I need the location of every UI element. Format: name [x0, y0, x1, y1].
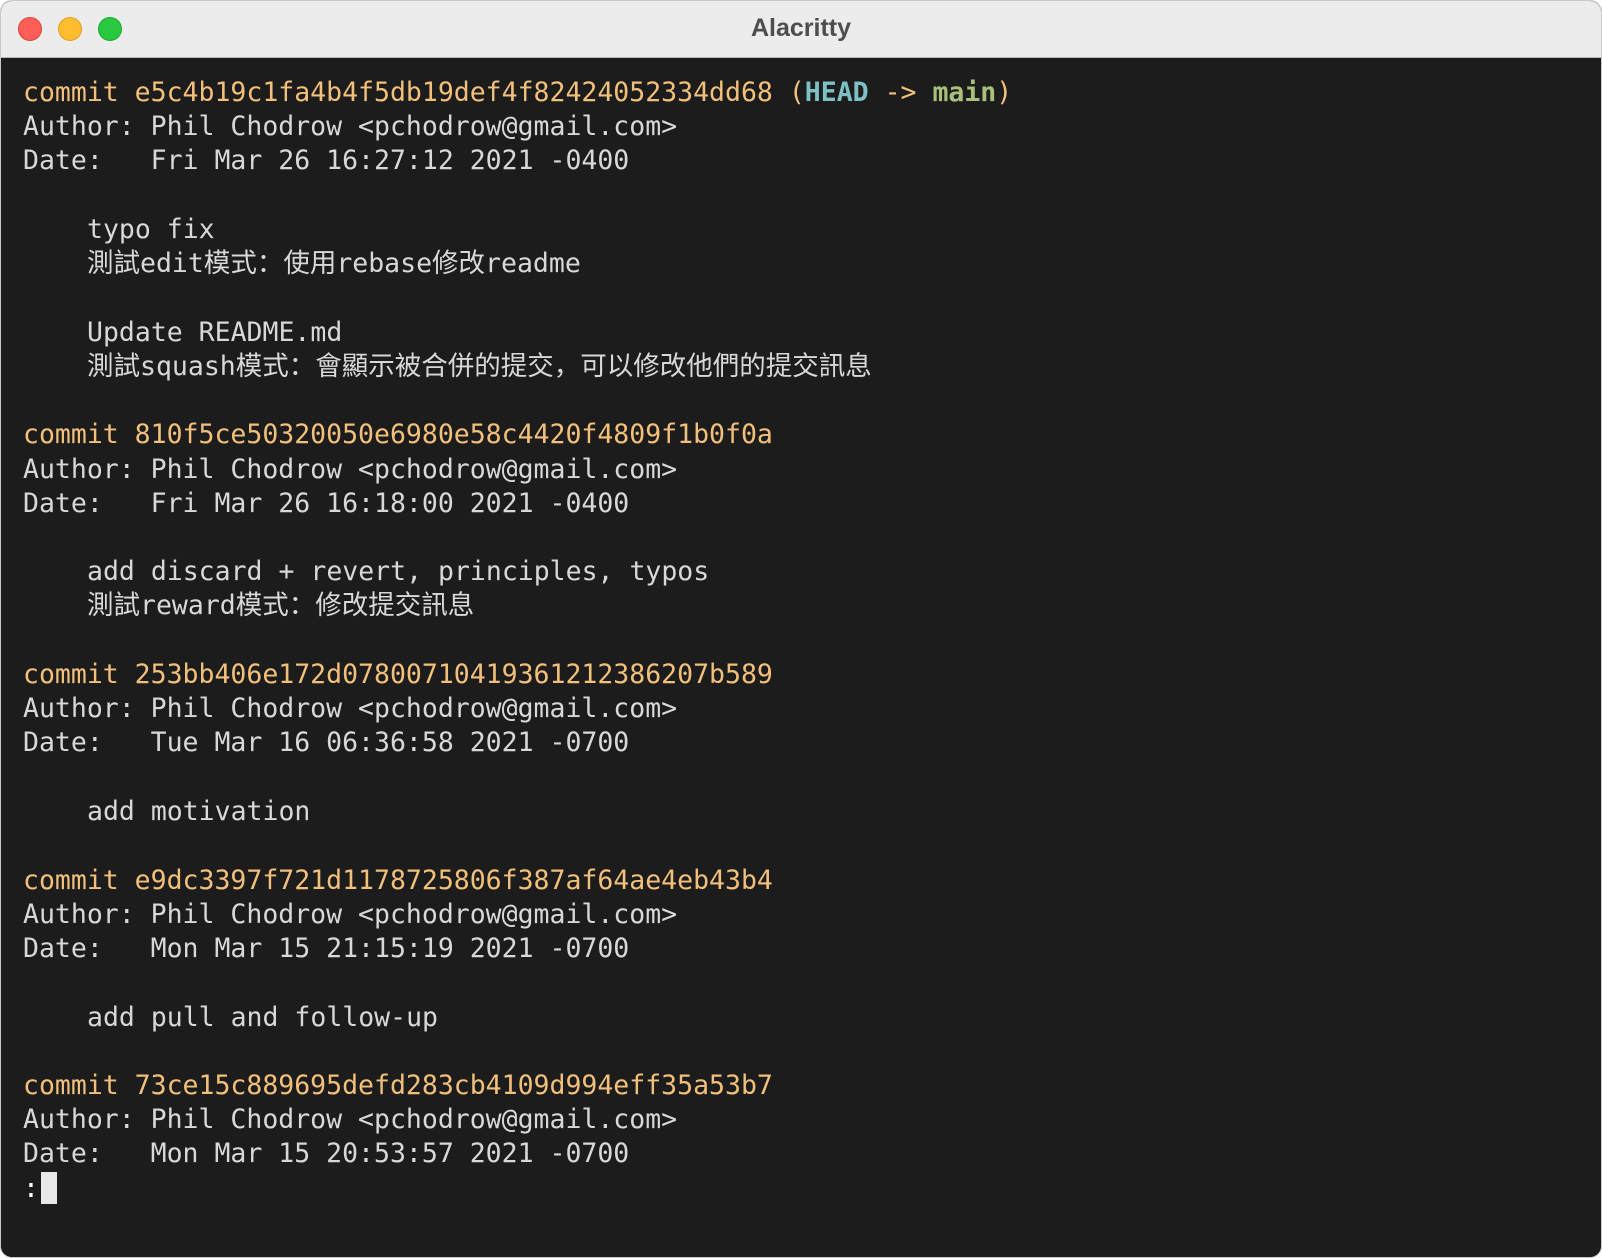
window-title: Alacritty	[750, 14, 852, 42]
commit-message-line: typo fix	[87, 214, 215, 245]
date-line: Date: Tue Mar 16 06:36:58 2021 -0700	[23, 727, 630, 758]
pager-prompt-char: :	[23, 1173, 39, 1204]
date-line: Date: Fri Mar 26 16:18:00 2021 -0400	[23, 488, 630, 519]
text-cursor	[40, 1172, 57, 1204]
commit-line: commit e9dc3397f721d1178725806f387af64ae…	[23, 865, 773, 896]
commit-line: commit 810f5ce50320050e6980e58c4420f4809…	[23, 419, 773, 450]
commit-message-line: 測試edit模式：使用rebase修改readme	[87, 248, 581, 279]
author-line: Author: Phil Chodrow <pchodrow@gmail.com…	[23, 111, 678, 142]
date-line: Date: Mon Mar 15 21:15:19 2021 -0700	[23, 933, 630, 964]
commit-line: commit e5c4b19c1fa4b4f5db19def4f82424052…	[23, 77, 1013, 108]
date-line: Date: Fri Mar 26 16:27:12 2021 -0400	[23, 145, 630, 176]
author-line: Author: Phil Chodrow <pchodrow@gmail.com…	[23, 693, 678, 724]
commit-line: commit 73ce15c889695defd283cb4109d994eff…	[23, 1070, 773, 1101]
author-line: Author: Phil Chodrow <pchodrow@gmail.com…	[23, 1104, 678, 1135]
head-label: HEAD	[804, 77, 869, 108]
commit-line: commit 253bb406e172d07800710419361212386…	[23, 659, 773, 690]
commit-message-line: 測試reward模式：修改提交訊息	[87, 590, 475, 621]
commit-hash: commit e5c4b19c1fa4b4f5db19def4f82424052…	[23, 77, 773, 108]
commit-message-line: 測試squash模式：會顯示被合併的提交，可以修改他們的提交訊息	[87, 351, 872, 382]
author-line: Author: Phil Chodrow <pchodrow@gmail.com…	[23, 899, 678, 930]
title-bar[interactable]: Alacritty	[1, 1, 1601, 58]
date-line: Date: Mon Mar 15 20:53:57 2021 -0700	[23, 1138, 630, 1169]
author-line: Author: Phil Chodrow <pchodrow@gmail.com…	[23, 454, 678, 485]
terminal-window: Alacritty commit e5c4b19c1fa4b4f5db19def…	[0, 0, 1602, 1258]
commit-message-line: add motivation	[87, 796, 311, 827]
commit-message-line: add discard + revert, principles, typos	[87, 556, 710, 587]
branch-label: main	[932, 77, 997, 108]
commit-message-line: add pull and follow-up	[87, 1002, 438, 1033]
commit-message-line: Update README.md	[87, 317, 343, 348]
pager-prompt[interactable]: :	[23, 1172, 57, 1206]
terminal-content[interactable]: commit e5c4b19c1fa4b4f5db19def4f82424052…	[1, 58, 1601, 1257]
